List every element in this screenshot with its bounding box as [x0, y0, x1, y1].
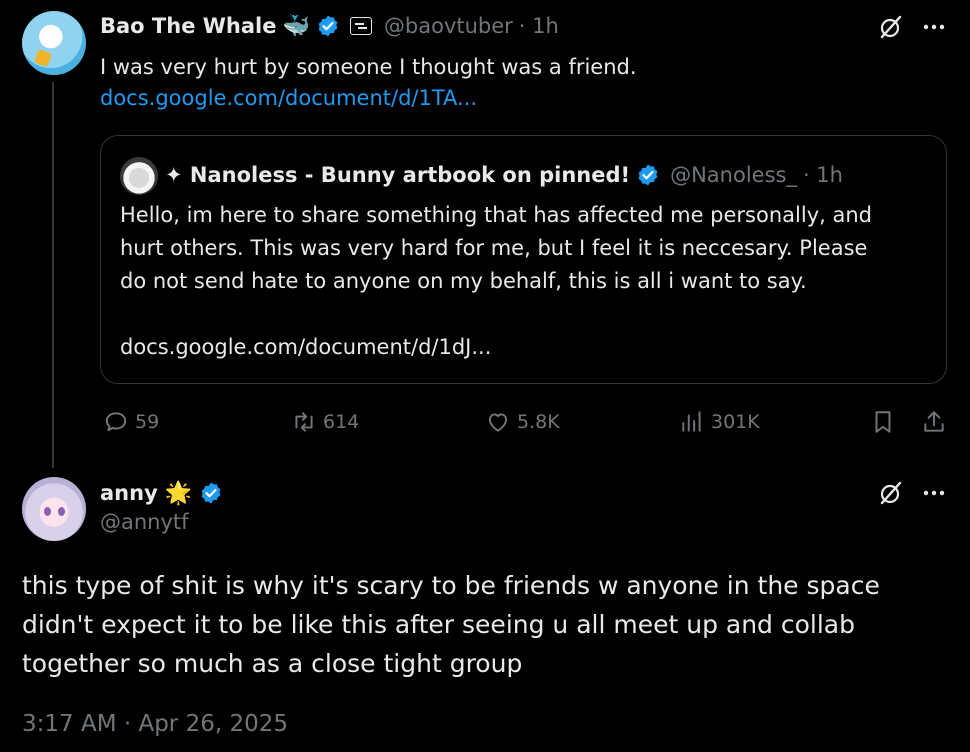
like-button[interactable]: 5.8K — [485, 407, 560, 437]
reply-text: this type of shit is why it's scary to b… — [22, 566, 952, 683]
nanoless-display-name: ✦ Nanoless - Bunny artbook on pinned! — [165, 163, 631, 187]
speech-bubble-icon — [105, 412, 127, 432]
views-button[interactable]: 301K — [679, 407, 760, 437]
verified-badge-icon — [199, 481, 223, 505]
nanoless-time: · 1h — [802, 163, 843, 187]
reply-count: 59 — [135, 411, 160, 433]
thread-line — [52, 82, 54, 468]
like-count: 5.8K — [517, 411, 560, 433]
reply-button[interactable]: 59 — [103, 407, 159, 437]
reply-text-line: didn't expect it to be like this after s… — [22, 610, 855, 639]
star-emoji: 🌟 — [164, 480, 193, 506]
quoted-text-line: do not send hate to anyone on my behalf,… — [120, 269, 807, 293]
bao-display-name[interactable]: Bao The Whale — [100, 14, 276, 38]
more-icon[interactable] — [919, 478, 949, 508]
quoted-text-line: hurt others. This was very hard for me, … — [120, 236, 868, 260]
anny-display-name[interactable]: anny — [100, 481, 158, 505]
quoted-link: docs.google.com/document/d/1dJ... — [120, 335, 492, 359]
affiliate-badge-icon — [349, 17, 372, 35]
tweet-text: I was very hurt by someone I thought was… — [100, 55, 637, 79]
grok-icon[interactable] — [876, 478, 906, 508]
quoted-text-line: Hello, im here to share something that h… — [120, 203, 872, 227]
verified-badge-icon — [316, 14, 340, 38]
reply-text-line: this type of shit is why it's scary to b… — [22, 571, 880, 600]
bar-chart-icon — [682, 411, 701, 432]
bao-time[interactable]: · 1h — [519, 14, 559, 38]
bao-handle[interactable]: @baovtuber — [384, 14, 513, 38]
views-count: 301K — [711, 411, 760, 433]
tweet-link[interactable]: docs.google.com/document/d/1TA... — [100, 83, 477, 113]
quoted-text: Hello, im here to share something that h… — [120, 199, 930, 364]
reply-text-line: together so much as a close tight group — [22, 649, 523, 678]
bookmark-icon — [875, 411, 891, 433]
heart-icon — [488, 413, 508, 432]
quoted-header: ✦ Nanoless - Bunny artbook on pinned! @N… — [165, 158, 843, 192]
repost-icon — [295, 412, 313, 432]
whale-emoji: 🐳 — [282, 13, 310, 39]
bookmark-button[interactable] — [870, 407, 896, 437]
anny-avatar[interactable] — [22, 477, 86, 541]
verified-badge-icon — [636, 163, 660, 187]
bao-header: Bao The Whale 🐳 @baovtuber · 1h — [100, 10, 559, 42]
nanoless-avatar[interactable] — [120, 157, 158, 195]
anny-handle[interactable]: @annytf — [100, 510, 189, 534]
anny-header: anny 🌟 — [100, 477, 223, 509]
repost-button[interactable]: 614 — [291, 407, 359, 437]
repost-count: 614 — [323, 411, 360, 433]
reply-timestamp[interactable]: 3:17 AM · Apr 26, 2025 — [22, 711, 288, 737]
grok-icon[interactable] — [876, 12, 906, 42]
share-icon — [924, 411, 944, 432]
bao-avatar[interactable] — [22, 11, 86, 75]
share-button[interactable] — [921, 407, 947, 437]
quoted-tweet[interactable]: ✦ Nanoless - Bunny artbook on pinned! @N… — [100, 135, 947, 384]
more-icon[interactable] — [919, 12, 949, 42]
nanoless-handle: @Nanoless_ — [670, 163, 797, 187]
